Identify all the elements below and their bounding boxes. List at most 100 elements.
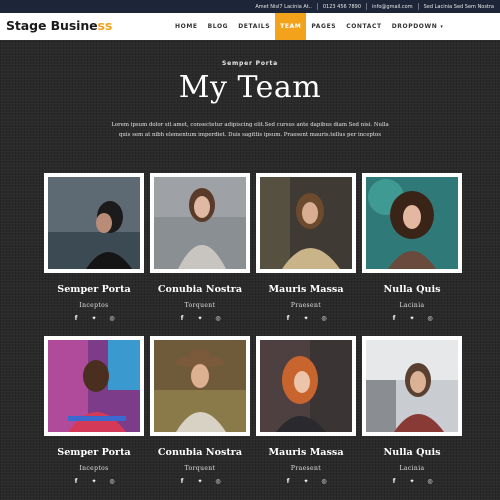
nav-team-label: TEAM — [280, 23, 302, 30]
team-photo[interactable] — [256, 173, 356, 273]
nav-blog[interactable]: BLOG — [203, 13, 234, 40]
social-links: f ✦ ◎ — [44, 314, 144, 322]
team-photo[interactable] — [256, 336, 356, 436]
team-card: Mauris Massa Praesent f ✦ ◎ — [256, 336, 356, 499]
twitter-icon[interactable]: ✦ — [408, 477, 416, 485]
facebook-icon[interactable]: f — [390, 314, 398, 322]
portrait-image — [366, 177, 458, 269]
nav-home[interactable]: HOME — [170, 13, 203, 40]
facebook-icon[interactable]: f — [284, 314, 292, 322]
member-role: Lacinia — [399, 302, 425, 309]
instagram-icon[interactable]: ◎ — [320, 477, 328, 485]
twitter-icon[interactable]: ✦ — [90, 314, 98, 322]
main-nav: HOME BLOG DETAILS TEAM PAGES CONTACT DRO… — [170, 13, 448, 40]
site-logo[interactable]: Stage Business — [6, 18, 112, 33]
member-name: Semper Porta — [57, 447, 131, 458]
team-photo[interactable] — [150, 336, 250, 436]
team-photo[interactable] — [362, 173, 462, 273]
instagram-icon[interactable]: ◎ — [320, 314, 328, 322]
team-card: Mauris Massa Praesent f ✦ ◎ — [256, 173, 356, 336]
member-name: Nulla Quis — [383, 284, 441, 295]
site-header: Stage Business HOME BLOG DETAILS TEAM PA… — [0, 13, 500, 40]
member-role: Inceptos — [79, 302, 109, 309]
divider — [316, 3, 318, 10]
nav-team[interactable]: TEAM — [275, 13, 307, 40]
top-info-bar: Amet Nisl7 Lacinia At.. 0123 456 7890 in… — [0, 0, 500, 13]
twitter-icon[interactable]: ✦ — [302, 314, 310, 322]
social-links: f ✦ ◎ — [150, 477, 250, 485]
facebook-icon[interactable]: f — [178, 314, 186, 322]
nav-details[interactable]: DETAILS — [233, 13, 275, 40]
portrait-image — [260, 340, 352, 432]
divider — [366, 3, 368, 10]
social-links: f ✦ ◎ — [362, 314, 462, 322]
chevron-down-icon: ▾ — [440, 23, 444, 30]
section-description: Lorem ipsum dolor sit amet, consectetur … — [111, 122, 389, 138]
team-photo[interactable] — [44, 336, 144, 436]
nav-contact[interactable]: CONTACT — [341, 13, 387, 40]
member-name: Conubia Nostra — [157, 447, 243, 458]
facebook-icon[interactable]: f — [284, 477, 292, 485]
member-role: Praesent — [290, 302, 322, 309]
facebook-icon[interactable]: f — [390, 477, 398, 485]
nav-dropdown-label: DROPDOWN — [391, 23, 438, 30]
member-role: Torquent — [184, 302, 216, 309]
team-photo[interactable] — [150, 173, 250, 273]
email-link[interactable]: info@gmail.com — [372, 4, 413, 10]
portrait-image — [154, 177, 246, 269]
instagram-icon[interactable]: ◎ — [108, 314, 116, 322]
social-links: f ✦ ◎ — [256, 314, 356, 322]
logo-accent: ss — [97, 18, 113, 33]
team-card: Conubia Nostra Torquent f ✦ ◎ — [150, 336, 250, 499]
social-links: f ✦ ◎ — [362, 477, 462, 485]
member-name: Mauris Massa — [268, 284, 344, 295]
section-subtitle: Semper Porta — [221, 60, 279, 67]
social-links: f ✦ ◎ — [256, 477, 356, 485]
member-role: Torquent — [184, 465, 216, 472]
address-text: Amet Nisl7 Lacinia At.. — [255, 3, 312, 10]
social-links: f ✦ ◎ — [150, 314, 250, 322]
member-name: Nulla Quis — [383, 447, 441, 458]
nav-home-label: HOME — [175, 23, 198, 30]
portrait-image — [154, 340, 246, 432]
phone-text: 0123 456 7890 — [322, 3, 362, 10]
location-text: Sed Lacinia Sed Sem Nostra — [423, 3, 494, 10]
nav-pages-label: PAGES — [311, 23, 337, 30]
team-photo[interactable] — [362, 336, 462, 436]
page-title: My Team — [178, 70, 322, 105]
facebook-icon[interactable]: f — [178, 477, 186, 485]
team-card: Semper Porta Inceptos f ✦ ◎ — [44, 336, 144, 499]
social-links: f ✦ ◎ — [44, 477, 144, 485]
nav-blog-label: BLOG — [207, 23, 229, 30]
team-grid: Semper Porta Inceptos f ✦ ◎ Conubia Nost… — [44, 173, 462, 499]
facebook-icon[interactable]: f — [72, 314, 80, 322]
team-card: Semper Porta Inceptos f ✦ ◎ — [44, 173, 144, 336]
team-card: Nulla Quis Lacinia f ✦ ◎ — [362, 336, 462, 499]
nav-contact-label: CONTACT — [346, 23, 382, 30]
instagram-icon[interactable]: ◎ — [214, 314, 222, 322]
portrait-image — [366, 340, 458, 432]
twitter-icon[interactable]: ✦ — [302, 477, 310, 485]
portrait-image — [260, 177, 352, 269]
member-role: Praesent — [290, 465, 322, 472]
divider — [417, 3, 419, 10]
nav-pages[interactable]: PAGES — [306, 13, 341, 40]
team-photo[interactable] — [44, 173, 144, 273]
team-card: Conubia Nostra Torquent f ✦ ◎ — [150, 173, 250, 336]
instagram-icon[interactable]: ◎ — [426, 314, 434, 322]
member-name: Semper Porta — [57, 284, 131, 295]
portrait-image — [48, 340, 140, 432]
nav-dropdown[interactable]: DROPDOWN ▾ — [387, 13, 449, 40]
twitter-icon[interactable]: ✦ — [196, 314, 204, 322]
member-role: Inceptos — [79, 465, 109, 472]
twitter-icon[interactable]: ✦ — [196, 477, 204, 485]
member-role: Lacinia — [399, 465, 425, 472]
instagram-icon[interactable]: ◎ — [108, 477, 116, 485]
twitter-icon[interactable]: ✦ — [408, 314, 416, 322]
twitter-icon[interactable]: ✦ — [90, 477, 98, 485]
portrait-image — [48, 177, 140, 269]
member-name: Conubia Nostra — [157, 284, 243, 295]
facebook-icon[interactable]: f — [72, 477, 80, 485]
instagram-icon[interactable]: ◎ — [214, 477, 222, 485]
instagram-icon[interactable]: ◎ — [426, 477, 434, 485]
